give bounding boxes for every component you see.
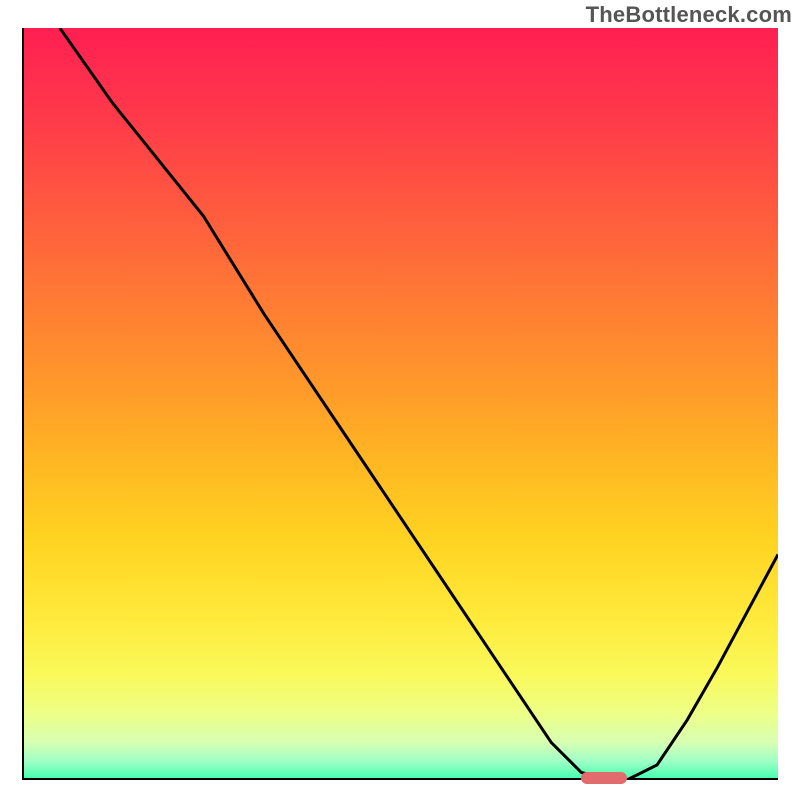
plot-area xyxy=(22,28,778,780)
chart-container: TheBottleneck.com xyxy=(0,0,800,800)
watermark-text: TheBottleneck.com xyxy=(586,2,792,28)
optimal-zone-marker xyxy=(581,772,626,784)
bottleneck-curve xyxy=(60,28,778,780)
curve-svg xyxy=(22,28,778,780)
